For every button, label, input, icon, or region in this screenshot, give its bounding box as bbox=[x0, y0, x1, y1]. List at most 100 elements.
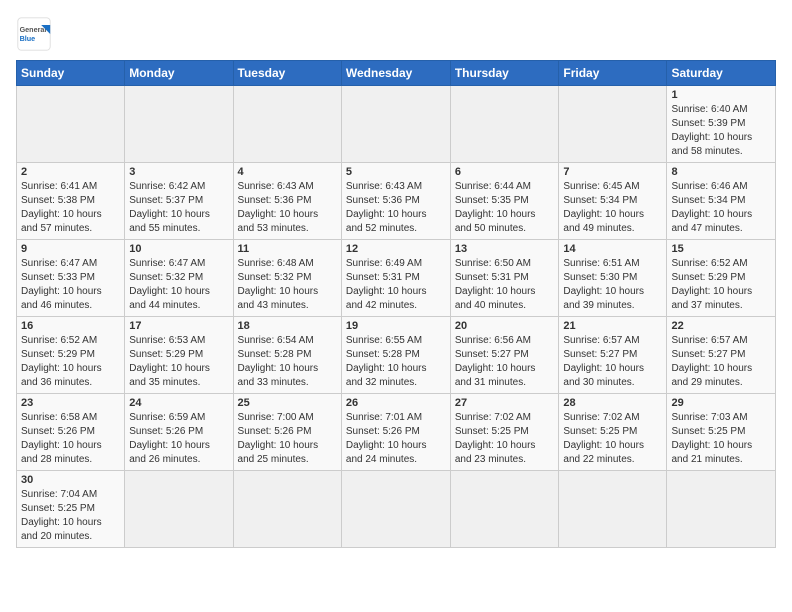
calendar-cell: 14 Sunrise: 6:51 AM Sunset: 5:30 PM Dayli… bbox=[559, 240, 667, 317]
calendar-cell: 13 Sunrise: 6:50 AM Sunset: 5:31 PM Dayli… bbox=[450, 240, 559, 317]
calendar-cell: 3Sunrise: 6:42 AM Sunset: 5:37 PM Daylig… bbox=[125, 163, 233, 240]
day-header-wednesday: Wednesday bbox=[341, 61, 450, 86]
day-number: 24 bbox=[129, 397, 228, 409]
calendar-week-4: 23Sunrise: 6:58 AM Sunset: 5:26 PM Dayli… bbox=[17, 394, 776, 471]
calendar-cell: 1 Sunrise: 6:40 AM Sunset: 5:39 PM Daylig… bbox=[667, 86, 776, 163]
day-info: Sunrise: 6:43 AM Sunset: 5:36 PM Dayligh… bbox=[238, 180, 337, 236]
day-info: Sunrise: 7:02 AM Sunset: 5:25 PM Dayligh… bbox=[563, 411, 662, 467]
calendar-cell: 2Sunrise: 6:41 AM Sunset: 5:38 PM Daylig… bbox=[17, 163, 125, 240]
calendar-cell: 20Sunrise: 6:56 AM Sunset: 5:27 PM Dayli… bbox=[450, 317, 559, 394]
day-info: Sunrise: 6:47 AM Sunset: 5:33 PM Dayligh… bbox=[21, 257, 120, 313]
day-info: Sunrise: 6:40 AM Sunset: 5:39 PM Dayligh… bbox=[671, 103, 771, 159]
day-number: 8 bbox=[671, 166, 771, 178]
day-info: Sunrise: 6:54 AM Sunset: 5:28 PM Dayligh… bbox=[238, 334, 337, 390]
calendar-cell bbox=[125, 86, 233, 163]
day-info: Sunrise: 6:41 AM Sunset: 5:38 PM Dayligh… bbox=[21, 180, 120, 236]
calendar-cell bbox=[17, 86, 125, 163]
day-number: 28 bbox=[563, 397, 662, 409]
svg-text:General: General bbox=[20, 25, 47, 34]
calendar-cell: 25Sunrise: 7:00 AM Sunset: 5:26 PM Dayli… bbox=[233, 394, 341, 471]
day-number: 1 bbox=[671, 89, 771, 101]
day-info: Sunrise: 6:52 AM Sunset: 5:29 PM Dayligh… bbox=[21, 334, 120, 390]
calendar-cell: 24 Sunrise: 6:59 AM Sunset: 5:26 PM Dayli… bbox=[125, 394, 233, 471]
day-info: Sunrise: 6:57 AM Sunset: 5:27 PM Dayligh… bbox=[563, 334, 662, 390]
day-number: 5 bbox=[346, 166, 446, 178]
logo: General Blue bbox=[16, 16, 56, 52]
day-number: 19 bbox=[346, 320, 446, 332]
calendar-week-0: 1 Sunrise: 6:40 AM Sunset: 5:39 PM Daylig… bbox=[17, 86, 776, 163]
calendar-cell: 19 Sunrise: 6:55 AM Sunset: 5:28 PM Dayli… bbox=[341, 317, 450, 394]
day-number: 15 bbox=[671, 243, 771, 255]
calendar-cell: 5 Sunrise: 6:43 AM Sunset: 5:36 PM Daylig… bbox=[341, 163, 450, 240]
day-number: 26 bbox=[346, 397, 446, 409]
day-number: 12 bbox=[346, 243, 446, 255]
day-info: Sunrise: 6:53 AM Sunset: 5:29 PM Dayligh… bbox=[129, 334, 228, 390]
day-header-monday: Monday bbox=[125, 61, 233, 86]
calendar-cell: 30 Sunrise: 7:04 AM Sunset: 5:25 PM Dayli… bbox=[17, 471, 125, 548]
calendar-cell: 10Sunrise: 6:47 AM Sunset: 5:32 PM Dayli… bbox=[125, 240, 233, 317]
day-info: Sunrise: 7:00 AM Sunset: 5:26 PM Dayligh… bbox=[238, 411, 337, 467]
day-number: 14 bbox=[563, 243, 662, 255]
day-info: Sunrise: 6:47 AM Sunset: 5:32 PM Dayligh… bbox=[129, 257, 228, 313]
calendar-cell: 7Sunrise: 6:45 AM Sunset: 5:34 PM Daylig… bbox=[559, 163, 667, 240]
day-info: Sunrise: 6:44 AM Sunset: 5:35 PM Dayligh… bbox=[455, 180, 555, 236]
calendar-cell bbox=[125, 471, 233, 548]
calendar-week-5: 30 Sunrise: 7:04 AM Sunset: 5:25 PM Dayli… bbox=[17, 471, 776, 548]
header-row: SundayMondayTuesdayWednesdayThursdayFrid… bbox=[17, 61, 776, 86]
calendar-cell: 28 Sunrise: 7:02 AM Sunset: 5:25 PM Dayli… bbox=[559, 394, 667, 471]
calendar-cell: 4 Sunrise: 6:43 AM Sunset: 5:36 PM Daylig… bbox=[233, 163, 341, 240]
day-info: Sunrise: 6:57 AM Sunset: 5:27 PM Dayligh… bbox=[671, 334, 771, 390]
calendar-cell bbox=[233, 471, 341, 548]
day-number: 4 bbox=[238, 166, 337, 178]
day-number: 11 bbox=[238, 243, 337, 255]
day-info: Sunrise: 7:02 AM Sunset: 5:25 PM Dayligh… bbox=[455, 411, 555, 467]
day-number: 18 bbox=[238, 320, 337, 332]
day-info: Sunrise: 6:43 AM Sunset: 5:36 PM Dayligh… bbox=[346, 180, 446, 236]
day-info: Sunrise: 6:49 AM Sunset: 5:31 PM Dayligh… bbox=[346, 257, 446, 313]
calendar-cell bbox=[450, 471, 559, 548]
day-info: Sunrise: 7:03 AM Sunset: 5:25 PM Dayligh… bbox=[671, 411, 771, 467]
calendar-cell bbox=[559, 86, 667, 163]
day-header-thursday: Thursday bbox=[450, 61, 559, 86]
calendar-header: SundayMondayTuesdayWednesdayThursdayFrid… bbox=[17, 61, 776, 86]
calendar-cell: 23Sunrise: 6:58 AM Sunset: 5:26 PM Dayli… bbox=[17, 394, 125, 471]
calendar-week-2: 9Sunrise: 6:47 AM Sunset: 5:33 PM Daylig… bbox=[17, 240, 776, 317]
calendar-cell: 27 Sunrise: 7:02 AM Sunset: 5:25 PM Dayli… bbox=[450, 394, 559, 471]
day-number: 3 bbox=[129, 166, 228, 178]
calendar-cell: 17Sunrise: 6:53 AM Sunset: 5:29 PM Dayli… bbox=[125, 317, 233, 394]
day-info: Sunrise: 7:04 AM Sunset: 5:25 PM Dayligh… bbox=[21, 488, 120, 544]
day-header-tuesday: Tuesday bbox=[233, 61, 341, 86]
calendar-cell bbox=[233, 86, 341, 163]
day-number: 30 bbox=[21, 474, 120, 486]
calendar-table: SundayMondayTuesdayWednesdayThursdayFrid… bbox=[16, 60, 776, 548]
day-header-sunday: Sunday bbox=[17, 61, 125, 86]
day-header-friday: Friday bbox=[559, 61, 667, 86]
calendar-cell: 21 Sunrise: 6:57 AM Sunset: 5:27 PM Dayli… bbox=[559, 317, 667, 394]
calendar-cell: 15Sunrise: 6:52 AM Sunset: 5:29 PM Dayli… bbox=[667, 240, 776, 317]
day-number: 13 bbox=[455, 243, 555, 255]
day-info: Sunrise: 6:59 AM Sunset: 5:26 PM Dayligh… bbox=[129, 411, 228, 467]
day-info: Sunrise: 6:51 AM Sunset: 5:30 PM Dayligh… bbox=[563, 257, 662, 313]
calendar-cell bbox=[450, 86, 559, 163]
calendar-cell: 22Sunrise: 6:57 AM Sunset: 5:27 PM Dayli… bbox=[667, 317, 776, 394]
day-info: Sunrise: 6:46 AM Sunset: 5:34 PM Dayligh… bbox=[671, 180, 771, 236]
calendar-cell: 29 Sunrise: 7:03 AM Sunset: 5:25 PM Dayli… bbox=[667, 394, 776, 471]
calendar-week-1: 2Sunrise: 6:41 AM Sunset: 5:38 PM Daylig… bbox=[17, 163, 776, 240]
day-info: Sunrise: 6:50 AM Sunset: 5:31 PM Dayligh… bbox=[455, 257, 555, 313]
calendar-cell: 9Sunrise: 6:47 AM Sunset: 5:33 PM Daylig… bbox=[17, 240, 125, 317]
calendar-cell: 18 Sunrise: 6:54 AM Sunset: 5:28 PM Dayli… bbox=[233, 317, 341, 394]
day-number: 20 bbox=[455, 320, 555, 332]
day-info: Sunrise: 6:55 AM Sunset: 5:28 PM Dayligh… bbox=[346, 334, 446, 390]
day-number: 21 bbox=[563, 320, 662, 332]
calendar-cell bbox=[341, 471, 450, 548]
day-header-saturday: Saturday bbox=[667, 61, 776, 86]
calendar-cell: 8 Sunrise: 6:46 AM Sunset: 5:34 PM Daylig… bbox=[667, 163, 776, 240]
page-header: General Blue bbox=[16, 16, 776, 52]
day-number: 27 bbox=[455, 397, 555, 409]
day-number: 16 bbox=[21, 320, 120, 332]
calendar-cell: 16 Sunrise: 6:52 AM Sunset: 5:29 PM Dayli… bbox=[17, 317, 125, 394]
day-number: 29 bbox=[671, 397, 771, 409]
day-number: 6 bbox=[455, 166, 555, 178]
day-info: Sunrise: 6:45 AM Sunset: 5:34 PM Dayligh… bbox=[563, 180, 662, 236]
calendar-cell bbox=[667, 471, 776, 548]
